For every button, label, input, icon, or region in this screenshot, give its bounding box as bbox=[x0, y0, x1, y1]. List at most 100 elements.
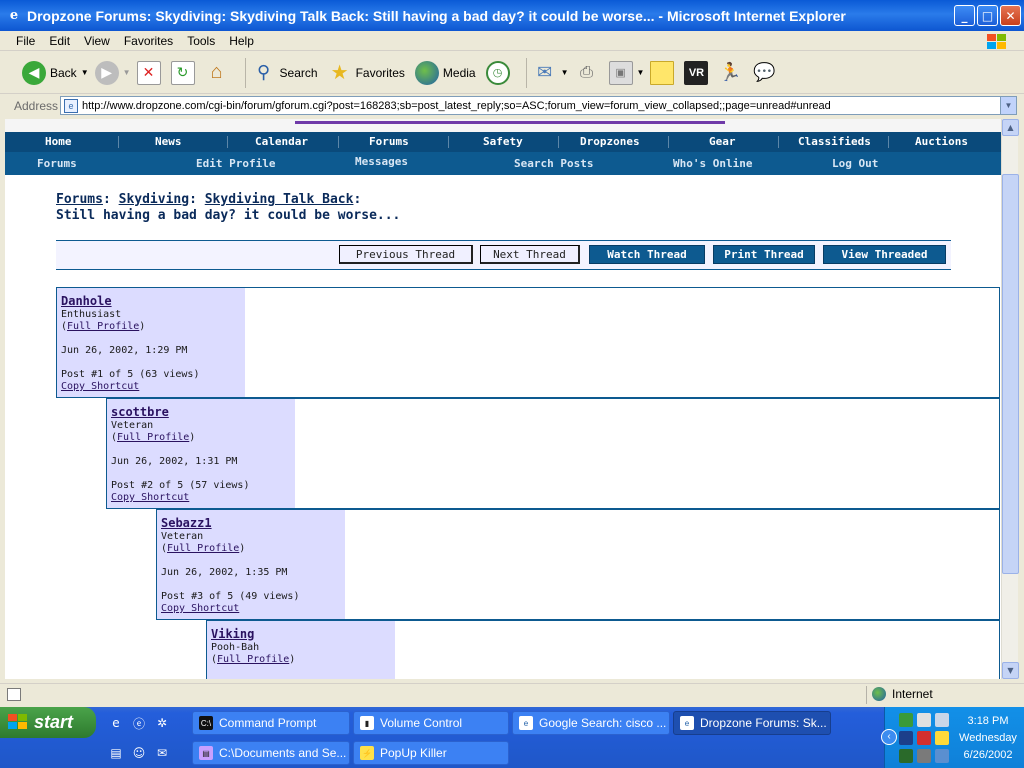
watch-thread-button[interactable]: Watch Thread bbox=[589, 245, 705, 264]
task-command-prompt[interactable]: C:\ Command Prompt bbox=[192, 711, 350, 735]
tray-misc-icon[interactable] bbox=[935, 749, 949, 763]
view-threaded-button[interactable]: View Threaded bbox=[823, 245, 946, 264]
quicklaunch-app-icon[interactable]: ✉ bbox=[154, 745, 170, 761]
refresh-button[interactable]: ↻ bbox=[170, 56, 199, 90]
forward-button[interactable]: ▶ ▼ bbox=[94, 56, 131, 90]
quicklaunch-ie-icon[interactable]: e bbox=[108, 715, 124, 731]
task-google-search[interactable]: e Google Search: cisco ... bbox=[512, 711, 670, 735]
vertical-scrollbar[interactable]: ▲ ▼ bbox=[1001, 119, 1019, 679]
previous-thread-button[interactable]: Previous Thread bbox=[339, 245, 473, 264]
header-stripe bbox=[5, 119, 1001, 132]
search-button[interactable]: ⚲ Search bbox=[252, 56, 322, 90]
quicklaunch-folder-icon[interactable]: ▤ bbox=[108, 745, 124, 761]
copy-shortcut-link[interactable]: Copy Shortcut bbox=[61, 381, 139, 392]
nav-divider bbox=[558, 136, 559, 148]
discuss-button[interactable]: 💬 bbox=[752, 56, 780, 90]
start-button[interactable]: start bbox=[0, 707, 96, 738]
subnav-log-out[interactable]: Log Out bbox=[832, 157, 878, 170]
clock[interactable]: 3:18 PM Wednesday 6/26/2002 bbox=[955, 713, 1021, 764]
tray-monitor-icon[interactable] bbox=[917, 713, 931, 727]
tray-system-icon[interactable] bbox=[899, 749, 913, 763]
tray-acrobat-icon[interactable] bbox=[917, 731, 931, 745]
nav-safety[interactable]: Safety bbox=[483, 135, 523, 148]
nav-dropzones[interactable]: Dropzones bbox=[580, 135, 640, 148]
minimize-button[interactable]: _ bbox=[954, 5, 975, 26]
full-profile-link[interactable]: Full Profile bbox=[167, 543, 239, 554]
task-dropzone-forums[interactable]: e Dropzone Forums: Sk... bbox=[673, 711, 831, 735]
forward-dropdown-icon[interactable]: ▼ bbox=[123, 68, 131, 77]
tray-expand-icon[interactable]: ‹ bbox=[881, 729, 897, 745]
breadcrumb-skydiving[interactable]: Skydiving bbox=[119, 192, 189, 207]
tray-network-icon[interactable] bbox=[899, 713, 913, 727]
task-label: Volume Control bbox=[380, 716, 463, 730]
task-documents-folder[interactable]: ▤ C:\Documents and Se... bbox=[192, 741, 350, 765]
task-volume-control[interactable]: ▮ Volume Control bbox=[353, 711, 509, 735]
favorites-button[interactable]: ★ Favorites bbox=[328, 56, 409, 90]
tray-connection-icon[interactable] bbox=[935, 713, 949, 727]
nav-news[interactable]: News bbox=[155, 135, 182, 148]
post-username[interactable]: scottbre bbox=[111, 405, 169, 419]
quicklaunch-browser-icon[interactable]: ⓔ bbox=[131, 715, 147, 731]
home-button[interactable]: ⌂ bbox=[205, 56, 233, 90]
nav-gear[interactable]: Gear bbox=[709, 135, 736, 148]
post-username[interactable]: Danhole bbox=[61, 294, 112, 308]
address-url[interactable]: http://www.dropzone.com/cgi-bin/forum/gf… bbox=[82, 100, 831, 112]
menu-edit[interactable]: Edit bbox=[49, 34, 70, 48]
copy-shortcut-link[interactable]: Copy Shortcut bbox=[111, 492, 189, 503]
scroll-down-icon[interactable]: ▼ bbox=[1002, 662, 1019, 679]
system-tray: ‹ 3:18 PM Wednesday 6/26/2002 bbox=[881, 707, 1024, 768]
history-button[interactable]: ◷ bbox=[485, 56, 514, 90]
messenger-button[interactable]: 🏃 bbox=[718, 56, 746, 90]
subnav-whos-online[interactable]: Who's Online bbox=[673, 157, 752, 170]
scroll-up-icon[interactable]: ▲ bbox=[1002, 119, 1019, 136]
stop-button[interactable]: ✕ bbox=[136, 56, 165, 90]
breadcrumb-forums[interactable]: Forums bbox=[56, 192, 103, 207]
subnav-edit-profile[interactable]: Edit Profile bbox=[196, 157, 275, 170]
breadcrumb-sep: : bbox=[353, 192, 362, 207]
full-profile-link[interactable]: Full Profile bbox=[117, 432, 189, 443]
edit-dropdown-icon[interactable]: ▼ bbox=[637, 68, 645, 77]
mail-dropdown-icon[interactable]: ▼ bbox=[561, 68, 569, 77]
mail-button[interactable]: ✉ ▼ bbox=[533, 56, 569, 90]
scrollbar-thumb[interactable] bbox=[1002, 174, 1019, 574]
copy-shortcut-link[interactable]: Copy Shortcut bbox=[161, 603, 239, 614]
subnav-forums[interactable]: Forums bbox=[37, 157, 77, 170]
menu-view[interactable]: View bbox=[84, 34, 110, 48]
post-username[interactable]: Viking bbox=[211, 627, 254, 641]
nav-calendar[interactable]: Calendar bbox=[255, 135, 308, 148]
tray-popup-icon[interactable] bbox=[935, 731, 949, 745]
next-thread-button[interactable]: Next Thread bbox=[480, 245, 580, 264]
edit-button[interactable]: ▣ ▼ bbox=[608, 56, 645, 90]
tray-volume-icon[interactable] bbox=[917, 749, 931, 763]
address-input[interactable]: e http://www.dropzone.com/cgi-bin/forum/… bbox=[60, 96, 1017, 115]
notes-button[interactable] bbox=[650, 56, 678, 90]
nav-forums[interactable]: Forums bbox=[369, 135, 409, 148]
vr-button[interactable]: VR bbox=[684, 56, 712, 90]
nav-classifieds[interactable]: Classifieds bbox=[798, 135, 871, 148]
title-bar[interactable]: e Dropzone Forums: Skydiving: Skydiving … bbox=[0, 0, 1024, 31]
subnav-messages[interactable]: Messages bbox=[355, 155, 408, 168]
menu-help[interactable]: Help bbox=[229, 34, 254, 48]
menu-tools[interactable]: Tools bbox=[187, 34, 215, 48]
back-button[interactable]: ◀ Back ▼ bbox=[22, 56, 89, 90]
close-button[interactable]: ✕ bbox=[1000, 5, 1021, 26]
nav-home[interactable]: Home bbox=[45, 135, 72, 148]
menu-file[interactable]: File bbox=[16, 34, 35, 48]
print-thread-button[interactable]: Print Thread bbox=[713, 245, 815, 264]
quicklaunch-tool-icon[interactable]: ✲ bbox=[154, 715, 170, 731]
print-button[interactable]: ⎙ bbox=[575, 56, 603, 90]
back-dropdown-icon[interactable]: ▼ bbox=[81, 68, 89, 77]
full-profile-link[interactable]: Full Profile bbox=[217, 654, 289, 665]
maximize-button[interactable]: □ bbox=[977, 5, 998, 26]
full-profile-link[interactable]: Full Profile bbox=[67, 321, 139, 332]
subnav-search-posts[interactable]: Search Posts bbox=[514, 157, 593, 170]
nav-auctions[interactable]: Auctions bbox=[915, 135, 968, 148]
quicklaunch-messenger-icon[interactable]: ☺ bbox=[131, 745, 147, 761]
breadcrumb-talkback[interactable]: Skydiving Talk Back bbox=[205, 192, 354, 207]
tray-app-icon[interactable] bbox=[899, 731, 913, 745]
media-button[interactable]: Media bbox=[414, 56, 480, 90]
menu-favorites[interactable]: Favorites bbox=[124, 34, 173, 48]
task-popup-killer[interactable]: ⚡ PopUp Killer bbox=[353, 741, 509, 765]
post-username[interactable]: Sebazz1 bbox=[161, 516, 212, 530]
address-dropdown-icon[interactable]: ▼ bbox=[1000, 97, 1016, 114]
